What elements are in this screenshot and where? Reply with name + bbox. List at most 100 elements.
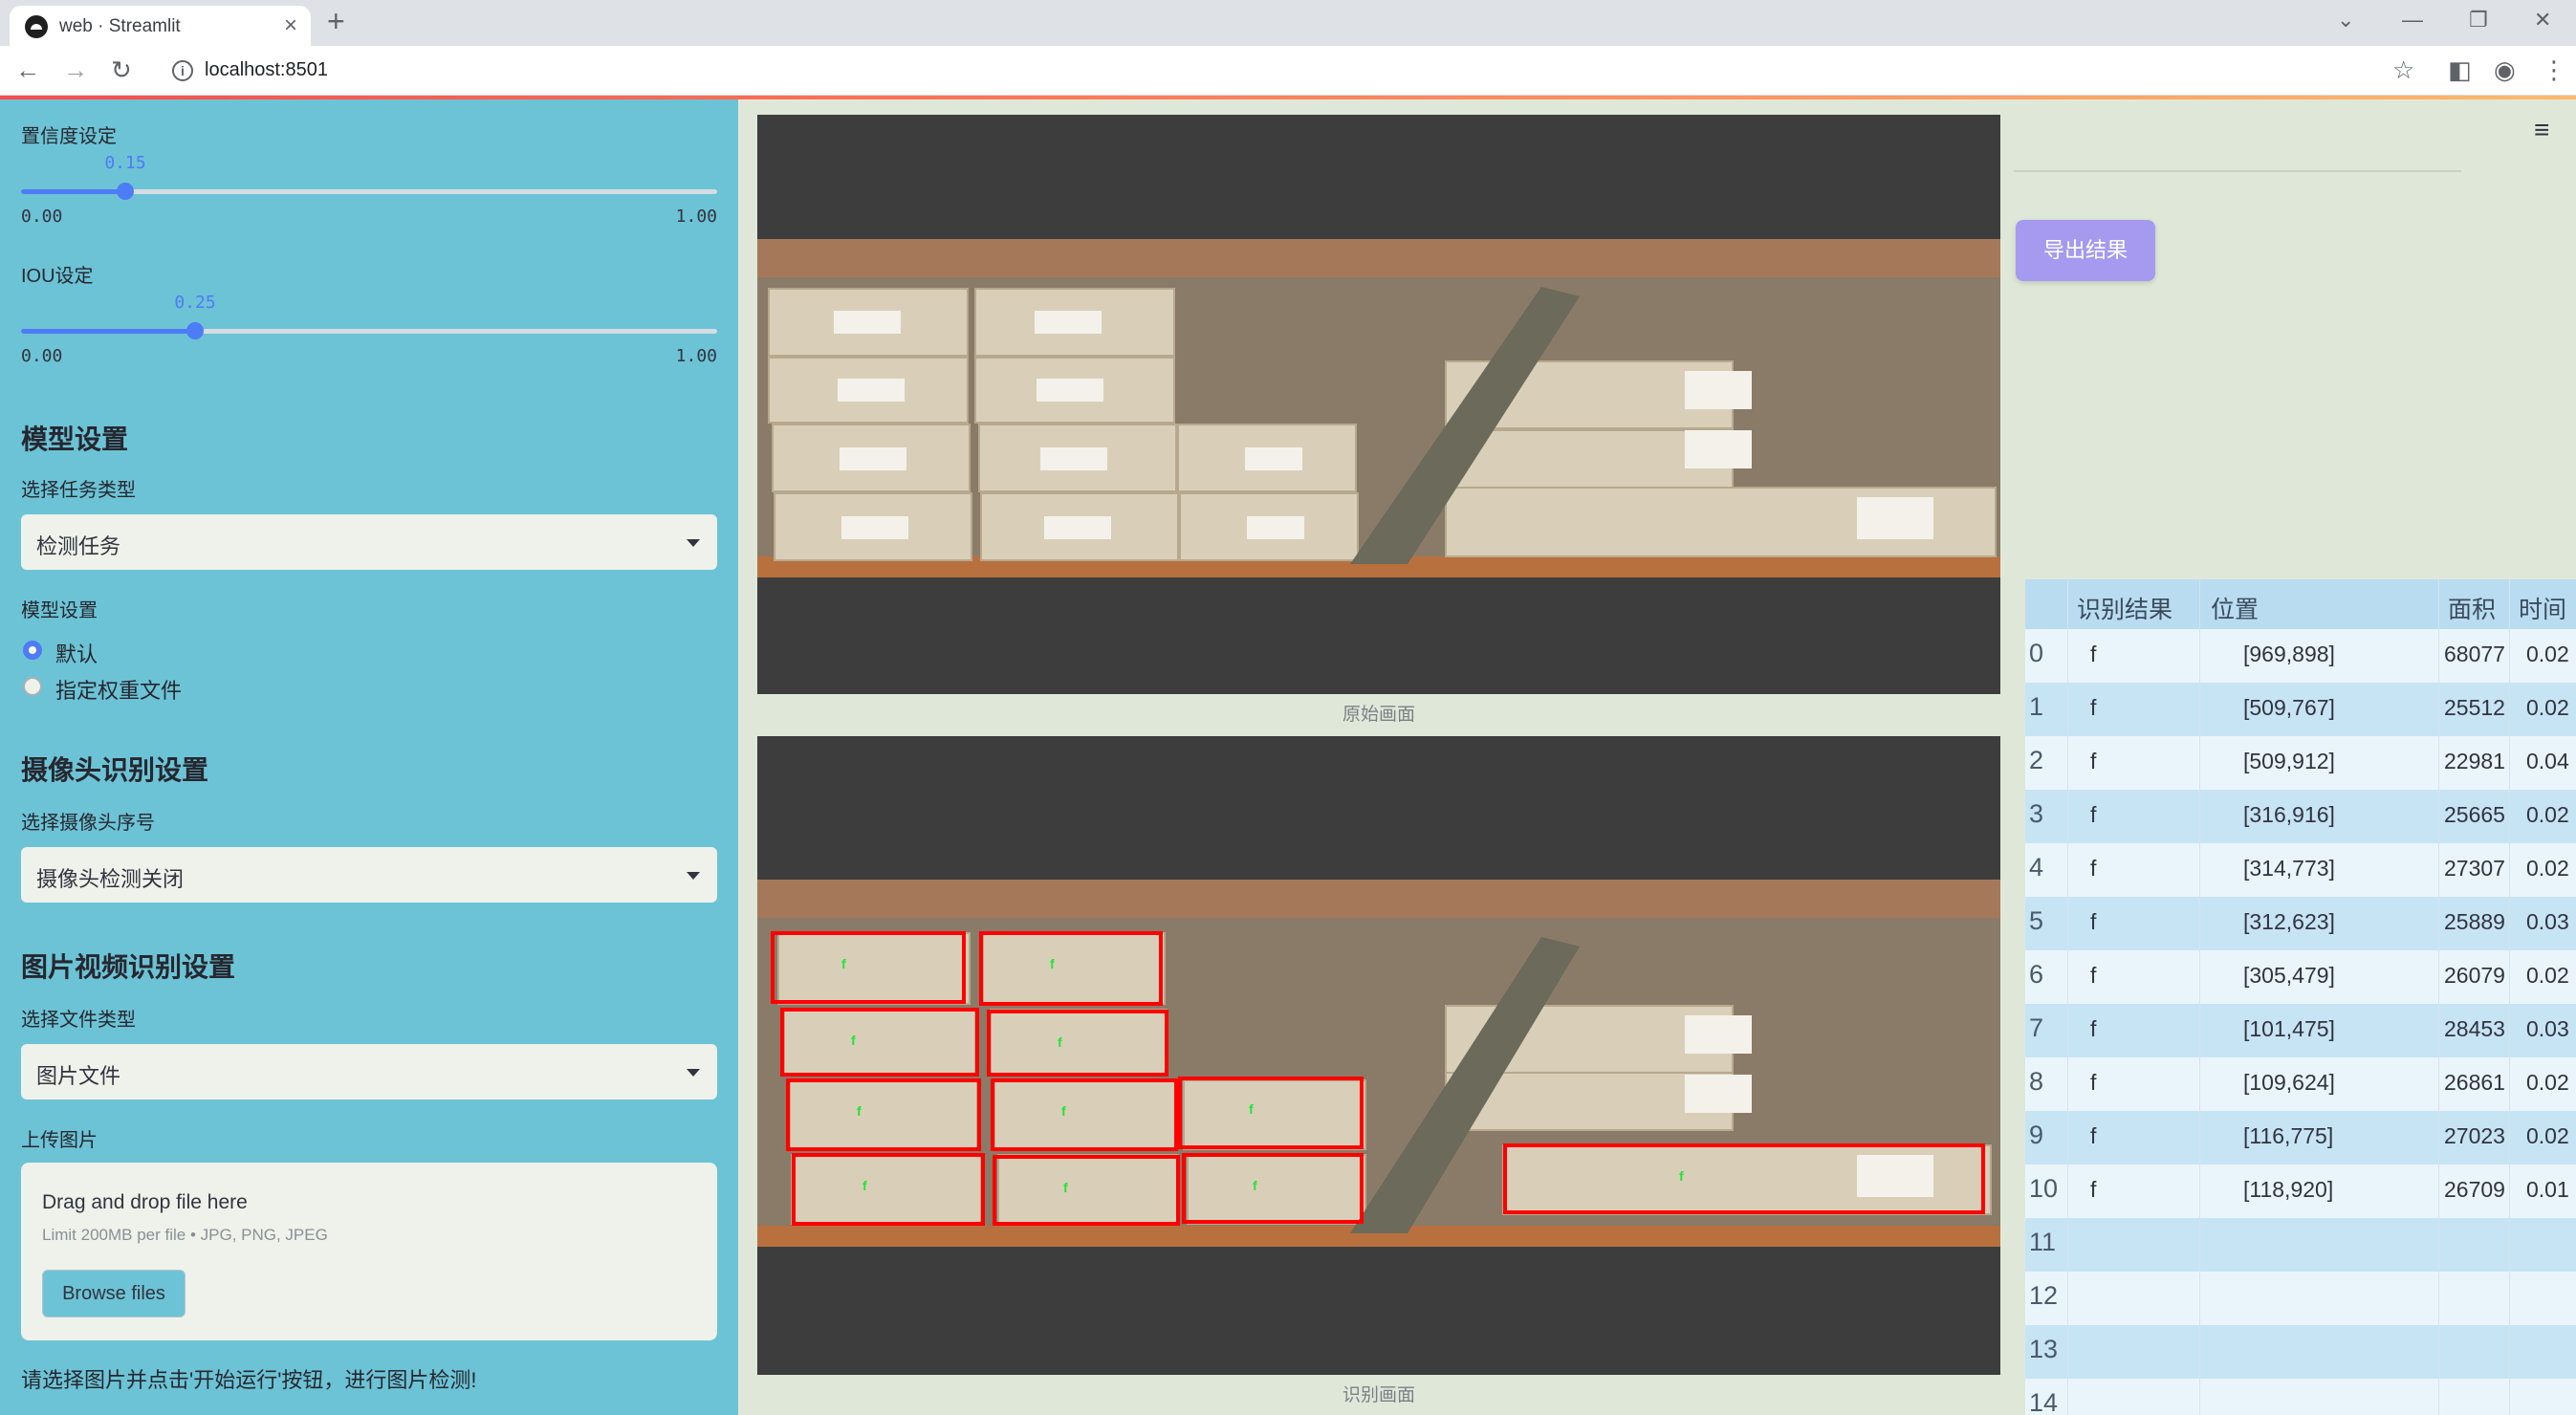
table-row[interactable]: 10 f [118,920] 26709 0.01: [2025, 1165, 2576, 1218]
browser-menu-icon[interactable]: ⋮: [2542, 55, 2566, 85]
hamburger-menu-icon[interactable]: ≡: [2534, 115, 2549, 145]
profile-avatar-icon[interactable]: ◉: [2494, 55, 2516, 85]
table-row[interactable]: 14: [2025, 1379, 2576, 1415]
area-cell: 25512: [2444, 695, 2505, 720]
original-image: [757, 115, 2000, 694]
table-row[interactable]: 4 f [314,773] 27307 0.02: [2025, 843, 2576, 897]
position-cell: [509,767]: [2243, 695, 2335, 720]
table-row[interactable]: 0 f [969,898] 68077 0.02: [2025, 629, 2576, 683]
area-cell: 26709: [2444, 1177, 2505, 1202]
bookmark-star-icon[interactable]: ☆: [2392, 55, 2414, 85]
table-row[interactable]: 5 f [312,623] 25889 0.03: [2025, 897, 2576, 950]
file-type-value: 图片文件: [36, 1064, 121, 1088]
detection-box: f: [771, 931, 966, 1004]
close-window-icon[interactable]: ✕: [2534, 8, 2551, 33]
result-cell: f: [2090, 1123, 2097, 1148]
table-row[interactable]: 9 f [116,775] 27023 0.02: [2025, 1111, 2576, 1165]
row-index: 1: [2029, 692, 2044, 721]
detection-box: f: [991, 1078, 1178, 1151]
table-header: 识别结果 位置 面积 时间: [2025, 579, 2576, 629]
detection-box: f: [1503, 1143, 1985, 1214]
header-position[interactable]: 位置: [2211, 591, 2259, 625]
time-cell: 0.01: [2526, 1177, 2569, 1202]
time-cell: 0.04: [2526, 749, 2569, 773]
result-cell: f: [2090, 963, 2097, 988]
results-table[interactable]: 识别结果 位置 面积 时间 0 f [969,898] 68077 0.02 1 f [509…: [2025, 579, 2576, 1415]
radio-selected-icon[interactable]: [23, 641, 42, 660]
detection-label: f: [1050, 956, 1055, 971]
browser-tab[interactable]: web · Streamlit ×: [10, 6, 311, 46]
table-row[interactable]: 13: [2025, 1325, 2576, 1379]
header-area[interactable]: 面积: [2448, 591, 2496, 625]
browse-files-button[interactable]: Browse files: [42, 1270, 186, 1317]
reload-icon[interactable]: ↻: [111, 55, 132, 85]
detection-label: f: [1249, 1101, 1254, 1117]
table-row[interactable]: 8 f [109,624] 26861 0.02: [2025, 1057, 2576, 1111]
new-tab-icon[interactable]: +: [327, 4, 345, 39]
row-index: 0: [2029, 639, 2044, 667]
area-cell: 26079: [2444, 963, 2505, 988]
column-divider: [2438, 579, 2439, 1415]
row-index: 11: [2029, 1228, 2057, 1256]
position-cell: [101,475]: [2243, 1016, 2335, 1041]
result-cell: f: [2090, 1070, 2097, 1095]
slider-fill: [21, 189, 125, 194]
file-dropzone[interactable]: Drag and drop file here Limit 200MB per …: [21, 1163, 717, 1340]
sidebar: 置信度设定 0.15 0.00 1.00 IOU设定 0.25 0.00 1.0…: [0, 99, 738, 1415]
position-cell: [305,479]: [2243, 963, 2335, 988]
detection-box: f: [993, 1155, 1180, 1226]
result-cell: f: [2090, 909, 2097, 934]
iou-slider[interactable]: 0.25 0.00 1.00: [21, 293, 717, 366]
tab-search-chevron-icon[interactable]: ⌄: [2337, 8, 2354, 33]
table-row[interactable]: 3 f [316,916] 25665 0.02: [2025, 790, 2576, 843]
time-cell: 0.02: [2526, 642, 2569, 666]
header-time[interactable]: 时间: [2519, 591, 2566, 625]
table-row[interactable]: 1 f [509,767] 25512 0.02: [2025, 683, 2576, 736]
site-info-icon[interactable]: i: [172, 60, 193, 81]
slider-value: 0.25: [174, 293, 216, 313]
slider-value: 0.15: [104, 153, 146, 173]
export-results-button[interactable]: 导出结果: [2016, 220, 2155, 281]
table-row[interactable]: 11: [2025, 1218, 2576, 1272]
camera-select[interactable]: 摄像头检测关闭: [21, 847, 717, 903]
time-cell: 0.02: [2526, 1070, 2569, 1095]
forward-icon[interactable]: →: [63, 55, 88, 85]
task-type-select[interactable]: 检测任务: [21, 514, 717, 570]
model-settings-label: 模型设置: [21, 600, 98, 621]
table-row[interactable]: 12: [2025, 1272, 2576, 1325]
slider-thumb[interactable]: [117, 183, 134, 200]
detection-box: f: [780, 1008, 979, 1077]
confidence-slider[interactable]: 0.15 0.00 1.00: [21, 153, 717, 227]
table-row[interactable]: 2 f [509,912] 22981 0.04: [2025, 736, 2576, 790]
url-omnibox[interactable]: i localhost:8501: [155, 52, 2383, 90]
file-type-select[interactable]: 图片文件: [21, 1044, 717, 1099]
iou-label: IOU设定: [21, 266, 94, 287]
table-row[interactable]: 7 f [101,475] 28453 0.03: [2025, 1004, 2576, 1057]
side-panel-icon[interactable]: ◧: [2448, 55, 2472, 85]
position-cell: [312,623]: [2243, 909, 2335, 934]
back-icon[interactable]: ←: [15, 55, 40, 85]
chevron-down-icon: [687, 539, 700, 547]
result-cell: f: [2090, 802, 2097, 827]
chevron-down-icon: [687, 872, 700, 880]
row-index: 2: [2029, 746, 2044, 774]
position-cell: [109,624]: [2243, 1070, 2335, 1095]
slider-max: 1.00: [675, 207, 717, 227]
radio-unselected-icon[interactable]: [23, 677, 42, 696]
position-cell: [316,916]: [2243, 802, 2335, 827]
detection-box: f: [987, 1010, 1168, 1077]
area-cell: 68077: [2444, 642, 2505, 666]
table-row[interactable]: 6 f [305,479] 26079 0.02: [2025, 950, 2576, 1004]
chevron-down-icon: [687, 1069, 700, 1077]
header-result[interactable]: 识别结果: [2077, 591, 2172, 625]
slider-fill: [21, 329, 195, 334]
divider: [2014, 170, 2461, 172]
close-tab-icon[interactable]: ×: [284, 12, 297, 39]
restore-icon[interactable]: ❐: [2469, 8, 2488, 33]
slider-thumb[interactable]: [186, 322, 204, 339]
url-text[interactable]: localhost:8501: [205, 59, 328, 81]
row-index: 10: [2029, 1174, 2059, 1203]
minimize-icon[interactable]: —: [2402, 8, 2423, 33]
time-cell: 0.02: [2526, 695, 2569, 720]
tab-title: web · Streamlit: [59, 16, 181, 36]
